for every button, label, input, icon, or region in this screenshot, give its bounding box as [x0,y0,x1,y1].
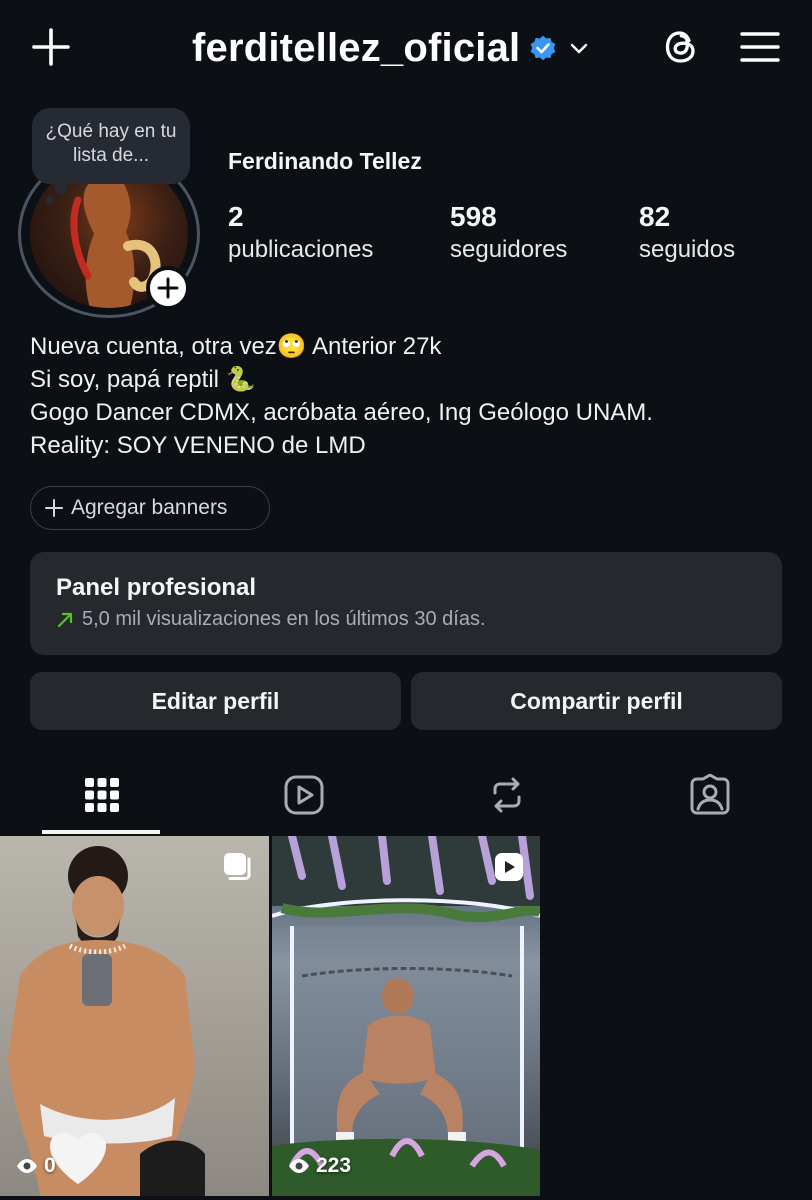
account-switcher[interactable]: ferditellez_oficial [192,22,590,74]
tagged-icon [690,774,730,815]
stat-following[interactable]: 82 seguidos [639,200,735,266]
active-tab-indicator [42,830,160,834]
note-text: ¿Qué hay en tu lista de... [45,121,177,166]
stat-followers-label: seguidores [450,236,568,263]
tab-grid[interactable] [42,760,162,830]
grid-icon [85,778,119,812]
hamburger-menu-icon[interactable] [734,22,786,72]
stat-posts-value: 2 [228,201,244,232]
profile-tabs [0,760,812,834]
share-profile-label: Compartir perfil [510,687,683,714]
stat-posts[interactable]: 2 publicaciones [228,200,373,266]
carousel-icon [221,850,255,884]
threads-icon[interactable] [654,20,708,74]
professional-dashboard[interactable]: Panel profesional 5,0 mil visualizacione… [30,552,782,655]
reels-icon [284,775,324,815]
add-story-button[interactable] [146,266,190,310]
tab-reposts[interactable] [447,760,567,830]
eye-icon [17,1159,37,1173]
bio-line: Nueva cuenta, otra vez🙄 Anterior 27k [30,333,442,360]
post-image [272,836,540,1196]
add-banners-label: Agregar banners [71,496,228,519]
username: ferditellez_oficial [192,25,521,70]
bio-line: Gogo Dancer CDMX, acróbata aéreo, Ing Ge… [30,399,653,426]
full-name: Ferdinando Tellez [228,148,422,174]
edit-profile-label: Editar perfil [151,687,280,714]
share-profile-button[interactable]: Compartir perfil [411,672,782,730]
bio-line: Si soy, papá reptil 🐍 [30,366,256,393]
panel-subtitle-row: 5,0 mil visualizaciones en los últimos 3… [56,608,756,631]
top-bar: ferditellez_oficial [0,0,812,96]
view-count: 223 [288,1154,351,1178]
stat-following-value: 82 [639,201,671,232]
reel-icon [492,850,526,884]
chevron-down-icon [568,37,590,59]
reposts-icon [493,777,521,813]
post-image [8,846,205,1196]
post-thumbnail[interactable]: 0 [0,836,269,1196]
bio: Nueva cuenta, otra vez🙄 Anterior 27k Si … [30,330,790,462]
bio-line: Reality: SOY VENENO de LMD [30,432,366,459]
trend-up-icon [57,612,73,627]
plus-icon[interactable] [26,22,76,72]
edit-profile-button[interactable]: Editar perfil [30,672,401,730]
view-count: 0 [16,1154,56,1178]
stat-followers[interactable]: 598 seguidores [450,200,567,266]
panel-title: Panel profesional [56,574,257,601]
note-bubble-tail-small [46,196,54,204]
note-bubble[interactable]: ¿Qué hay en tu lista de... [32,108,190,184]
view-count-value: 223 [316,1154,352,1177]
eye-icon [289,1159,309,1173]
tab-reels[interactable] [244,760,364,830]
stat-following-label: seguidos [639,236,736,263]
verified-badge-icon [528,33,558,63]
plus-icon [45,499,63,517]
post-thumbnail[interactable]: 223 [272,836,540,1196]
view-count-value: 0 [44,1154,56,1177]
note-bubble-tail [54,180,68,194]
tab-tagged[interactable] [650,760,770,830]
stat-posts-label: publicaciones [228,236,374,263]
add-icon [157,277,179,299]
add-banners-button[interactable]: Agregar banners [30,486,270,530]
panel-subtitle: 5,0 mil visualizaciones en los últimos 3… [82,608,486,630]
stat-followers-value: 598 [450,201,497,232]
